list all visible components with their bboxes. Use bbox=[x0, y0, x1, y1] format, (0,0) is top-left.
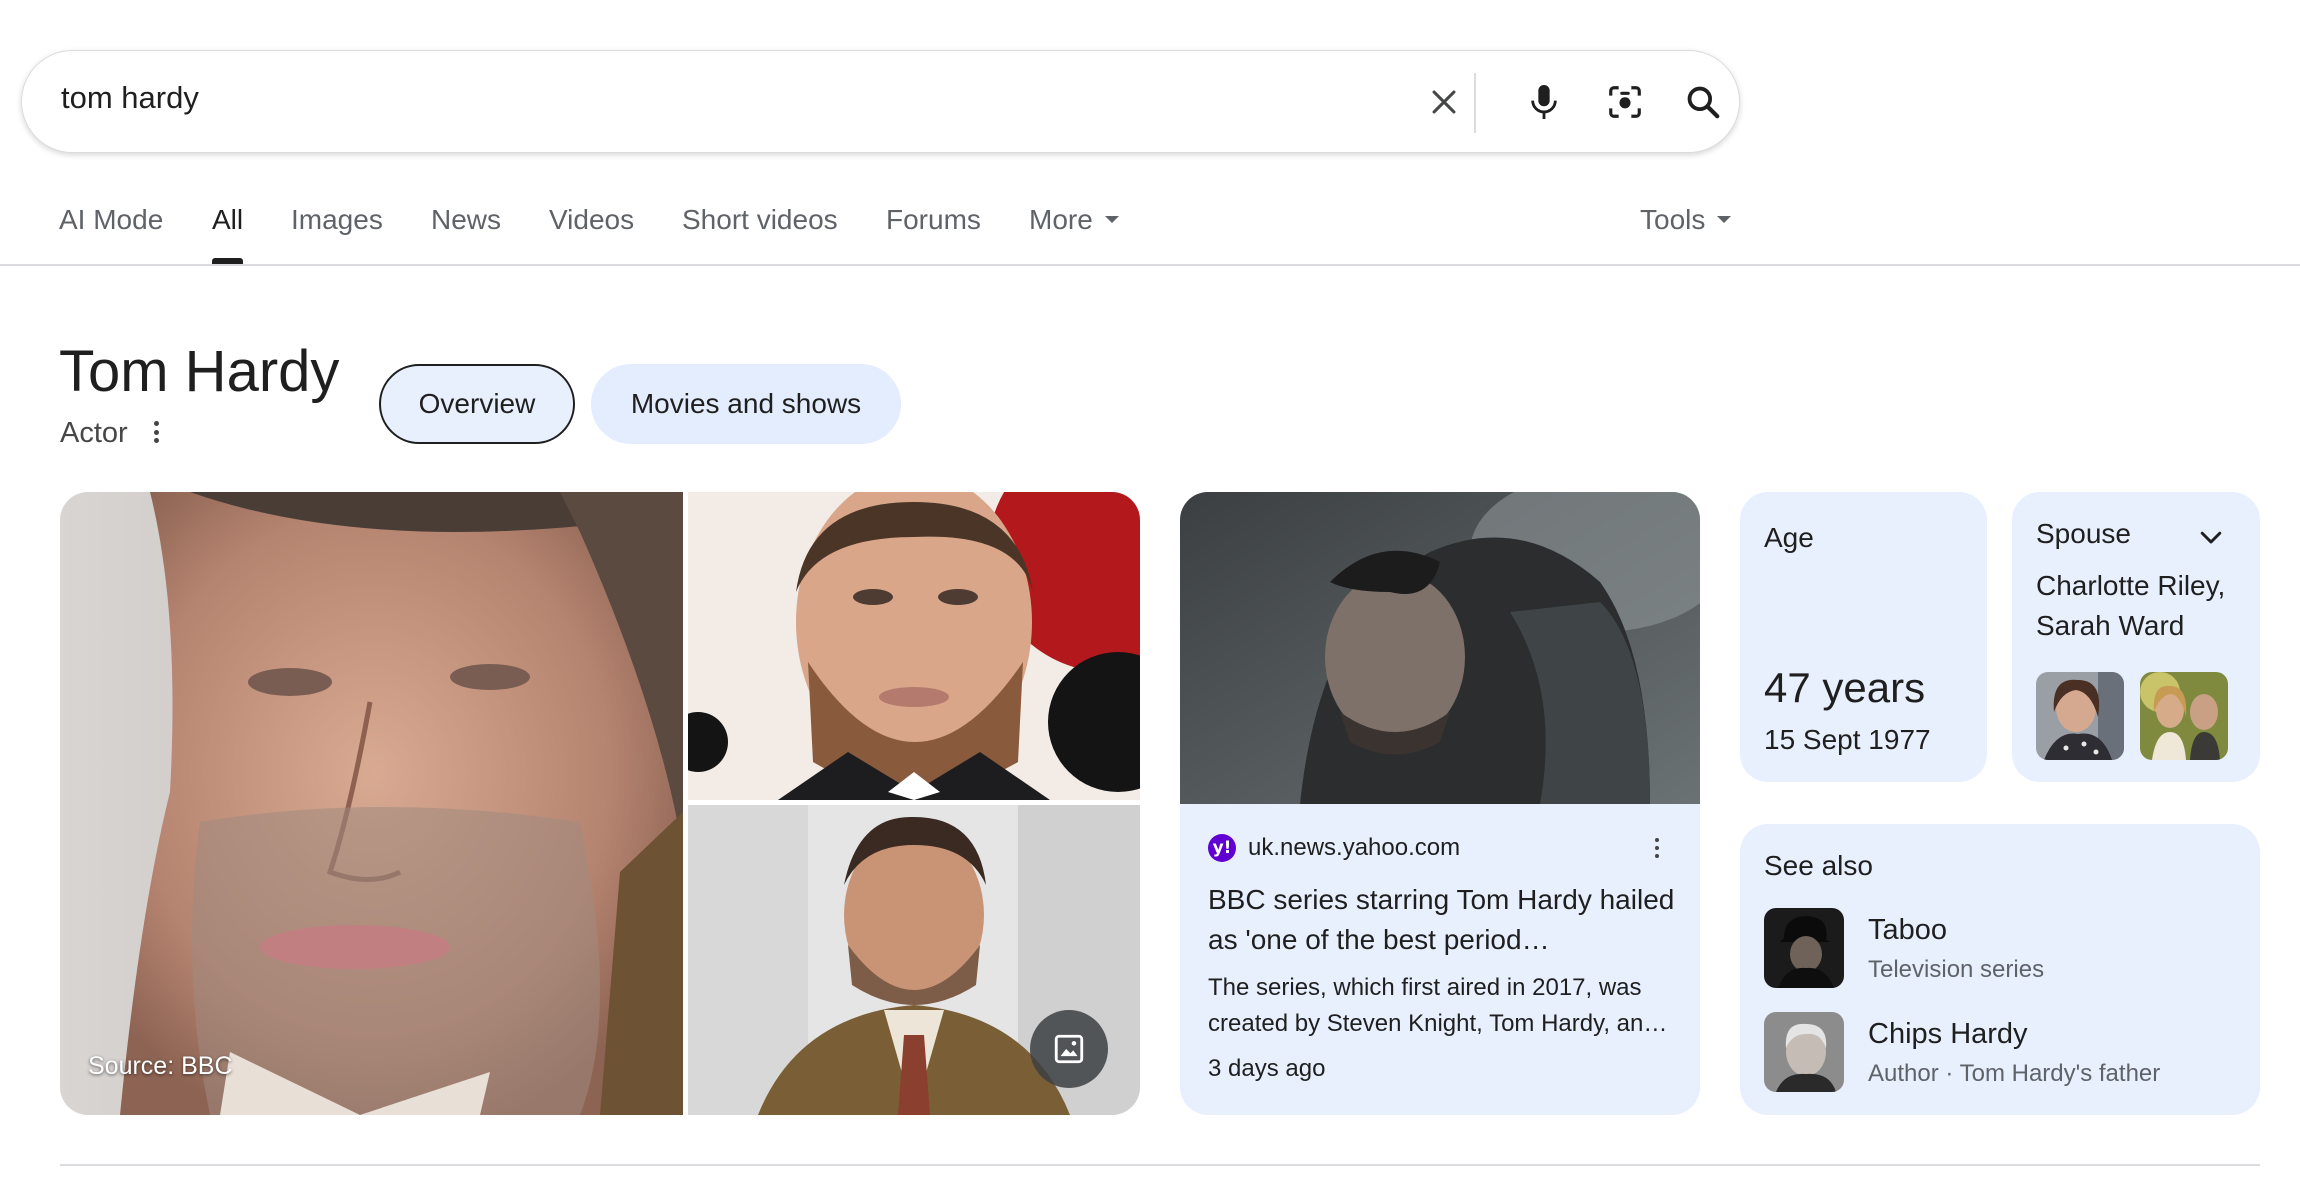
portrait-image-bearded[interactable] bbox=[688, 492, 1140, 800]
chevron-down-icon[interactable] bbox=[2196, 522, 2226, 552]
portrait-image-main[interactable] bbox=[60, 492, 683, 1115]
spouse-thumbnail-charlotte-riley[interactable] bbox=[2036, 672, 2124, 760]
close-icon[interactable] bbox=[1419, 77, 1469, 127]
lens-icon[interactable] bbox=[1600, 77, 1650, 127]
tools-label: Tools bbox=[1640, 204, 1706, 235]
tab-ai-mode[interactable]: AI Mode bbox=[59, 204, 163, 236]
mic-icon[interactable] bbox=[1519, 77, 1569, 127]
caret-down-icon bbox=[1717, 216, 1732, 224]
more-options-icon[interactable] bbox=[148, 417, 164, 447]
search-bar[interactable]: tom hardy bbox=[21, 50, 1740, 153]
news-snippet: The series, which first aired in 2017, w… bbox=[1208, 974, 1668, 1037]
see-also-label: See also bbox=[1764, 850, 1873, 881]
news-more-options-icon[interactable] bbox=[1650, 836, 1664, 860]
news-source-domain[interactable]: uk.news.yahoo.com bbox=[1248, 834, 1460, 862]
see-also-thumbnail-chips-hardy[interactable] bbox=[1764, 1012, 1844, 1092]
tab-more[interactable]: More bbox=[1029, 204, 1119, 236]
tab-short-videos[interactable]: Short videos bbox=[682, 204, 838, 236]
tab-videos[interactable]: Videos bbox=[549, 204, 634, 236]
birth-date: 15 Sept 1977 bbox=[1764, 724, 1931, 755]
see-also-thumbnail-taboo[interactable] bbox=[1764, 908, 1844, 988]
news-timestamp: 3 days ago bbox=[1208, 1055, 1326, 1082]
search-icon[interactable] bbox=[1678, 77, 1728, 127]
search-divider bbox=[1474, 73, 1476, 133]
news-headline[interactable]: BBC series starring Tom Hardy hailed as … bbox=[1208, 880, 1678, 960]
section-divider bbox=[60, 1164, 2260, 1166]
search-input[interactable]: tom hardy bbox=[61, 80, 199, 116]
tab-more-label: More bbox=[1029, 204, 1093, 235]
see-also-desc-taboo: Television series bbox=[1868, 956, 2045, 983]
image-source-label: Source: BBC bbox=[88, 1052, 233, 1080]
tabs-divider bbox=[0, 264, 2300, 266]
tools-button[interactable]: Tools bbox=[1640, 204, 1732, 236]
news-thumbnail[interactable] bbox=[1180, 492, 1700, 804]
tab-news[interactable]: News bbox=[431, 204, 501, 236]
tab-forums[interactable]: Forums bbox=[886, 204, 981, 236]
caret-down-icon bbox=[1104, 216, 1119, 224]
spouse-names[interactable]: Charlotte Riley, Sarah Ward bbox=[2036, 566, 2251, 646]
yahoo-logo-icon: y! bbox=[1208, 834, 1236, 862]
see-also-title-taboo[interactable]: Taboo bbox=[1868, 914, 1947, 947]
chip-overview[interactable]: Overview bbox=[379, 364, 575, 444]
image-gallery-icon[interactable] bbox=[1030, 1010, 1108, 1088]
entity-subtitle: Actor bbox=[60, 417, 128, 449]
see-also-title-chips-hardy[interactable]: Chips Hardy bbox=[1868, 1018, 2028, 1051]
tab-images[interactable]: Images bbox=[291, 204, 383, 236]
image-collage[interactable]: Source: BBC bbox=[60, 492, 1140, 1115]
spouse-label: Spouse bbox=[2036, 518, 2131, 549]
entity-title: Tom Hardy bbox=[59, 339, 340, 404]
chip-movies-and-shows[interactable]: Movies and shows bbox=[591, 364, 901, 444]
age-value: 47 years bbox=[1764, 664, 1926, 711]
see-also-desc-chips-hardy: Author · Tom Hardy's father bbox=[1868, 1060, 2161, 1087]
spouse-thumbnail-sarah-ward[interactable] bbox=[2140, 672, 2228, 760]
tab-all[interactable]: All bbox=[212, 204, 243, 236]
age-label: Age bbox=[1764, 522, 1814, 553]
